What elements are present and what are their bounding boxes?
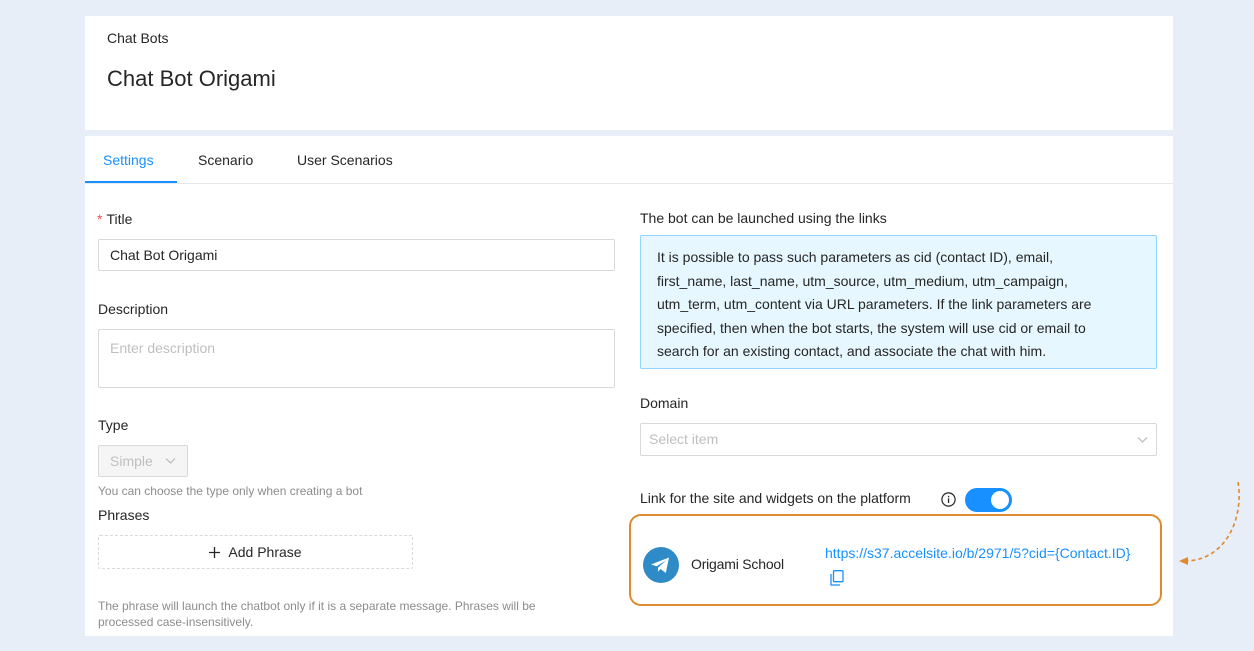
- type-label: Type: [98, 417, 129, 433]
- bot-link-card: Origami School https://s37.accelsite.io/…: [629, 514, 1162, 606]
- links-info-alert: It is possible to pass such parameters a…: [640, 235, 1157, 369]
- type-hint: You can choose the type only when creati…: [98, 484, 363, 498]
- domain-label: Domain: [640, 395, 689, 411]
- tab-settings[interactable]: Settings: [103, 136, 154, 184]
- phrases-label: Phrases: [98, 507, 150, 523]
- title-label-text: Title: [106, 211, 133, 227]
- tab-user-scenarios[interactable]: User Scenarios: [297, 136, 393, 184]
- phrases-hint-line2: processed case-insensitively.: [98, 615, 254, 629]
- tab-bar: Settings Scenario User Scenarios: [85, 136, 1173, 184]
- settings-card: Settings Scenario User Scenarios * Title …: [85, 136, 1173, 636]
- chevron-down-icon: [1137, 437, 1148, 443]
- add-phrase-button[interactable]: Add Phrase: [98, 535, 413, 569]
- add-phrase-label: Add Phrase: [228, 544, 302, 560]
- required-mark: *: [97, 211, 103, 227]
- info-line: first_name, last_name, utm_source, utm_m…: [657, 272, 1068, 289]
- info-line: It is possible to pass such parameters a…: [657, 249, 1054, 265]
- type-select-value: Simple: [110, 453, 153, 469]
- plus-icon: [209, 547, 221, 558]
- page-title: Chat Bot Origami: [107, 66, 276, 91]
- info-icon[interactable]: [941, 492, 956, 507]
- description-textarea[interactable]: Enter description: [98, 329, 615, 388]
- dashed-arrow-icon: [1179, 481, 1240, 565]
- bot-name: Origami School: [691, 556, 784, 572]
- type-select: Simple: [98, 445, 188, 477]
- info-line: search for an existing contact, and asso…: [657, 343, 1047, 359]
- page-header: Chat Bots Chat Bot Origami: [85, 16, 1173, 130]
- chevron-down-icon: [165, 458, 176, 464]
- copy-icon[interactable]: [830, 570, 844, 586]
- tab-scenario[interactable]: Scenario: [198, 136, 253, 184]
- domain-select[interactable]: Select item: [640, 423, 1157, 456]
- description-label: Description: [98, 301, 169, 317]
- title-input[interactable]: Chat Bot Origami: [98, 239, 615, 271]
- platform-link-label: Link for the site and widgets on the pla…: [640, 490, 911, 506]
- phrases-hint: The phrase will launch the chatbot only …: [98, 598, 618, 630]
- phrases-hint-line1: The phrase will launch the chatbot only …: [98, 599, 536, 613]
- platform-link-toggle[interactable]: [965, 488, 1012, 512]
- bot-url-link[interactable]: https://s37.accelsite.io/b/2971/5?cid={C…: [825, 545, 1130, 561]
- links-heading: The bot can be launched using the links: [640, 210, 887, 226]
- info-line: specified, then when the bot starts, the…: [657, 319, 1086, 336]
- breadcrumb[interactable]: Chat Bots: [107, 30, 168, 46]
- telegram-plane-icon: [651, 557, 669, 573]
- domain-select-placeholder: Select item: [649, 431, 719, 447]
- telegram-icon: [643, 547, 679, 583]
- info-line: utm_term, utm_content via URL parameters…: [657, 296, 1092, 312]
- active-tab-indicator: [85, 181, 177, 183]
- title-label: * Title: [97, 211, 132, 227]
- toggle-knob: [991, 491, 1009, 509]
